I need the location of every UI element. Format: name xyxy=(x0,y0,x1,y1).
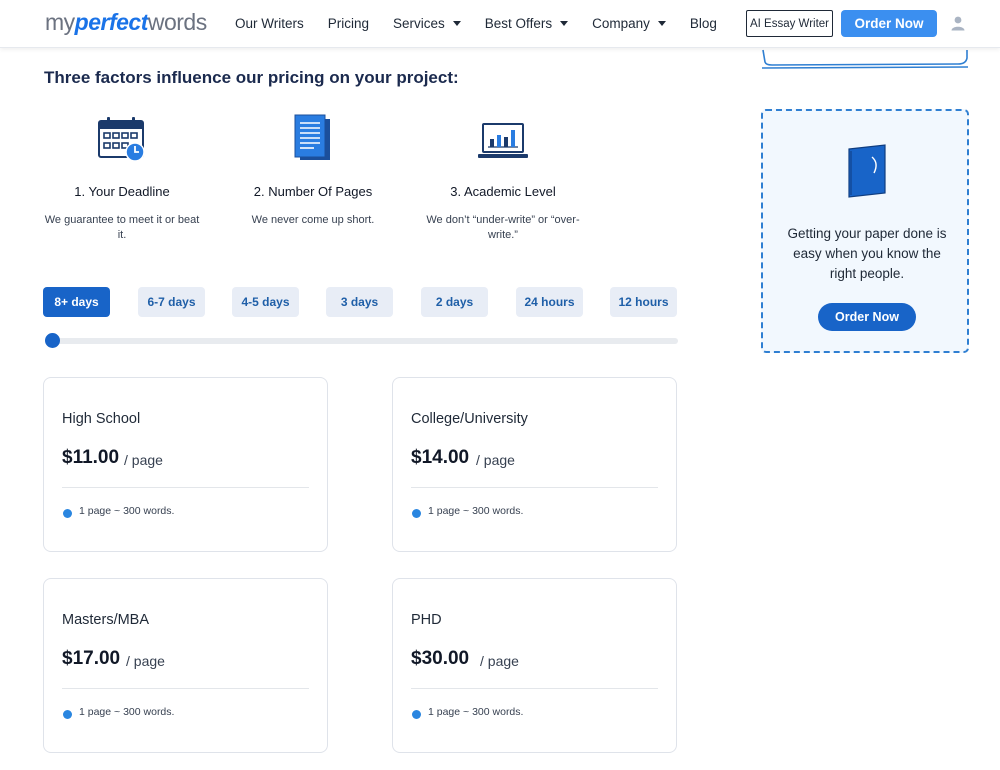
laptop-chart-icon xyxy=(478,123,528,158)
page-title: Three factors influence our pricing on y… xyxy=(44,68,459,87)
price-unit: / page xyxy=(476,452,515,468)
factor-title: 2. Number Of Pages xyxy=(253,184,373,199)
decorative-sketch xyxy=(761,49,969,69)
card-divider xyxy=(411,688,658,689)
chevron-down-icon xyxy=(560,20,569,26)
chevron-down-icon xyxy=(452,20,461,26)
tab-deadline-12-hours[interactable]: 12 hours xyxy=(610,287,677,317)
site-logo[interactable]: myperfectwords xyxy=(45,9,207,36)
factor-deadline: 1. Your Deadline We guarantee to meet it… xyxy=(42,112,202,243)
nav-services[interactable]: Services xyxy=(393,16,461,31)
tab-deadline-2-days[interactable]: 2 days xyxy=(421,287,488,317)
price-value: $11.00 xyxy=(62,447,120,468)
nav-our-writers[interactable]: Our Writers xyxy=(235,16,304,31)
price-unit: / page xyxy=(480,653,519,669)
factor-description: We never come up short. xyxy=(251,214,375,226)
price-unit: / page xyxy=(126,653,165,669)
factor-academic-level: 3. Academic Level We don’t “under-write”… xyxy=(423,112,583,243)
price-card-phd[interactable]: PHD $30.00 / page 1 page ~ 300 words. xyxy=(392,578,677,753)
factor-title: 1. Your Deadline xyxy=(74,184,170,199)
promo-box: Getting your paper done is easy when you… xyxy=(761,109,969,353)
bullet-dot-icon xyxy=(412,509,421,518)
calendar-clock-icon xyxy=(98,117,145,162)
tab-deadline-6-7-days[interactable]: 6-7 days xyxy=(138,287,205,317)
card-divider xyxy=(62,688,309,689)
tab-deadline-24-hours[interactable]: 24 hours xyxy=(516,287,583,317)
card-note: 1 page ~ 300 words. xyxy=(79,706,175,718)
academic-level-label: High School xyxy=(62,411,141,427)
card-note: 1 page ~ 300 words. xyxy=(79,505,175,517)
bullet-dot-icon xyxy=(63,710,72,719)
factor-description: We guarantee to meet it or beat it. xyxy=(44,214,200,241)
bullet-dot-icon xyxy=(412,710,421,719)
price-value: $14.00 xyxy=(411,447,470,468)
deadline-slider-track[interactable] xyxy=(47,338,678,344)
promo-text: Getting your paper done is easy when you… xyxy=(787,226,947,281)
academic-level-label: Masters/MBA xyxy=(62,612,150,628)
book-icon xyxy=(848,144,886,198)
bullet-dot-icon xyxy=(63,509,72,518)
order-now-button[interactable]: Order Now xyxy=(841,10,937,37)
user-icon[interactable] xyxy=(950,15,966,31)
deadline-tabs: 8+ days 6-7 days 4-5 days 3 days 2 days … xyxy=(43,287,678,317)
nav-best-offers[interactable]: Best Offers xyxy=(485,16,569,31)
factor-pages: 2. Number Of Pages We never come up shor… xyxy=(233,112,393,228)
tab-deadline-3-days[interactable]: 3 days xyxy=(326,287,393,317)
price-value: $30.00 xyxy=(411,648,470,669)
factor-description: We don’t “under-write” or “over-write.” xyxy=(426,214,580,241)
card-note: 1 page ~ 300 words. xyxy=(428,706,524,718)
price-card-college[interactable]: College/University $14.00 / page 1 page … xyxy=(392,377,677,552)
academic-level-label: PHD xyxy=(411,612,442,628)
site-header: myperfectwords Our Writers Pricing Servi… xyxy=(0,0,1000,48)
nav-pricing[interactable]: Pricing xyxy=(328,16,369,31)
price-unit: / page xyxy=(124,452,163,468)
deadline-slider-handle[interactable] xyxy=(45,333,60,348)
card-divider xyxy=(62,487,309,488)
nav-blog[interactable]: Blog xyxy=(690,16,717,31)
price-card-high-school[interactable]: High School $11.00 / page 1 page ~ 300 w… xyxy=(43,377,328,552)
card-divider xyxy=(411,487,658,488)
academic-level-label: College/University xyxy=(411,411,528,427)
tab-deadline-4-5-days[interactable]: 4-5 days xyxy=(232,287,299,317)
price-card-masters[interactable]: Masters/MBA $17.00 / page 1 page ~ 300 w… xyxy=(43,578,328,753)
nav-company[interactable]: Company xyxy=(592,16,666,31)
chevron-down-icon xyxy=(657,20,666,26)
tab-deadline-8-plus-days[interactable]: 8+ days xyxy=(43,287,110,317)
factor-title: 3. Academic Level xyxy=(450,184,556,199)
document-pages-icon xyxy=(294,114,330,160)
card-note: 1 page ~ 300 words. xyxy=(428,505,524,517)
promo-order-now-button[interactable]: Order Now xyxy=(818,303,916,331)
main-nav: Our Writers Pricing Services Best Offers… xyxy=(235,0,741,46)
ai-essay-writer-button[interactable]: AI Essay Writer xyxy=(746,10,833,37)
price-value: $17.00 xyxy=(62,648,121,669)
